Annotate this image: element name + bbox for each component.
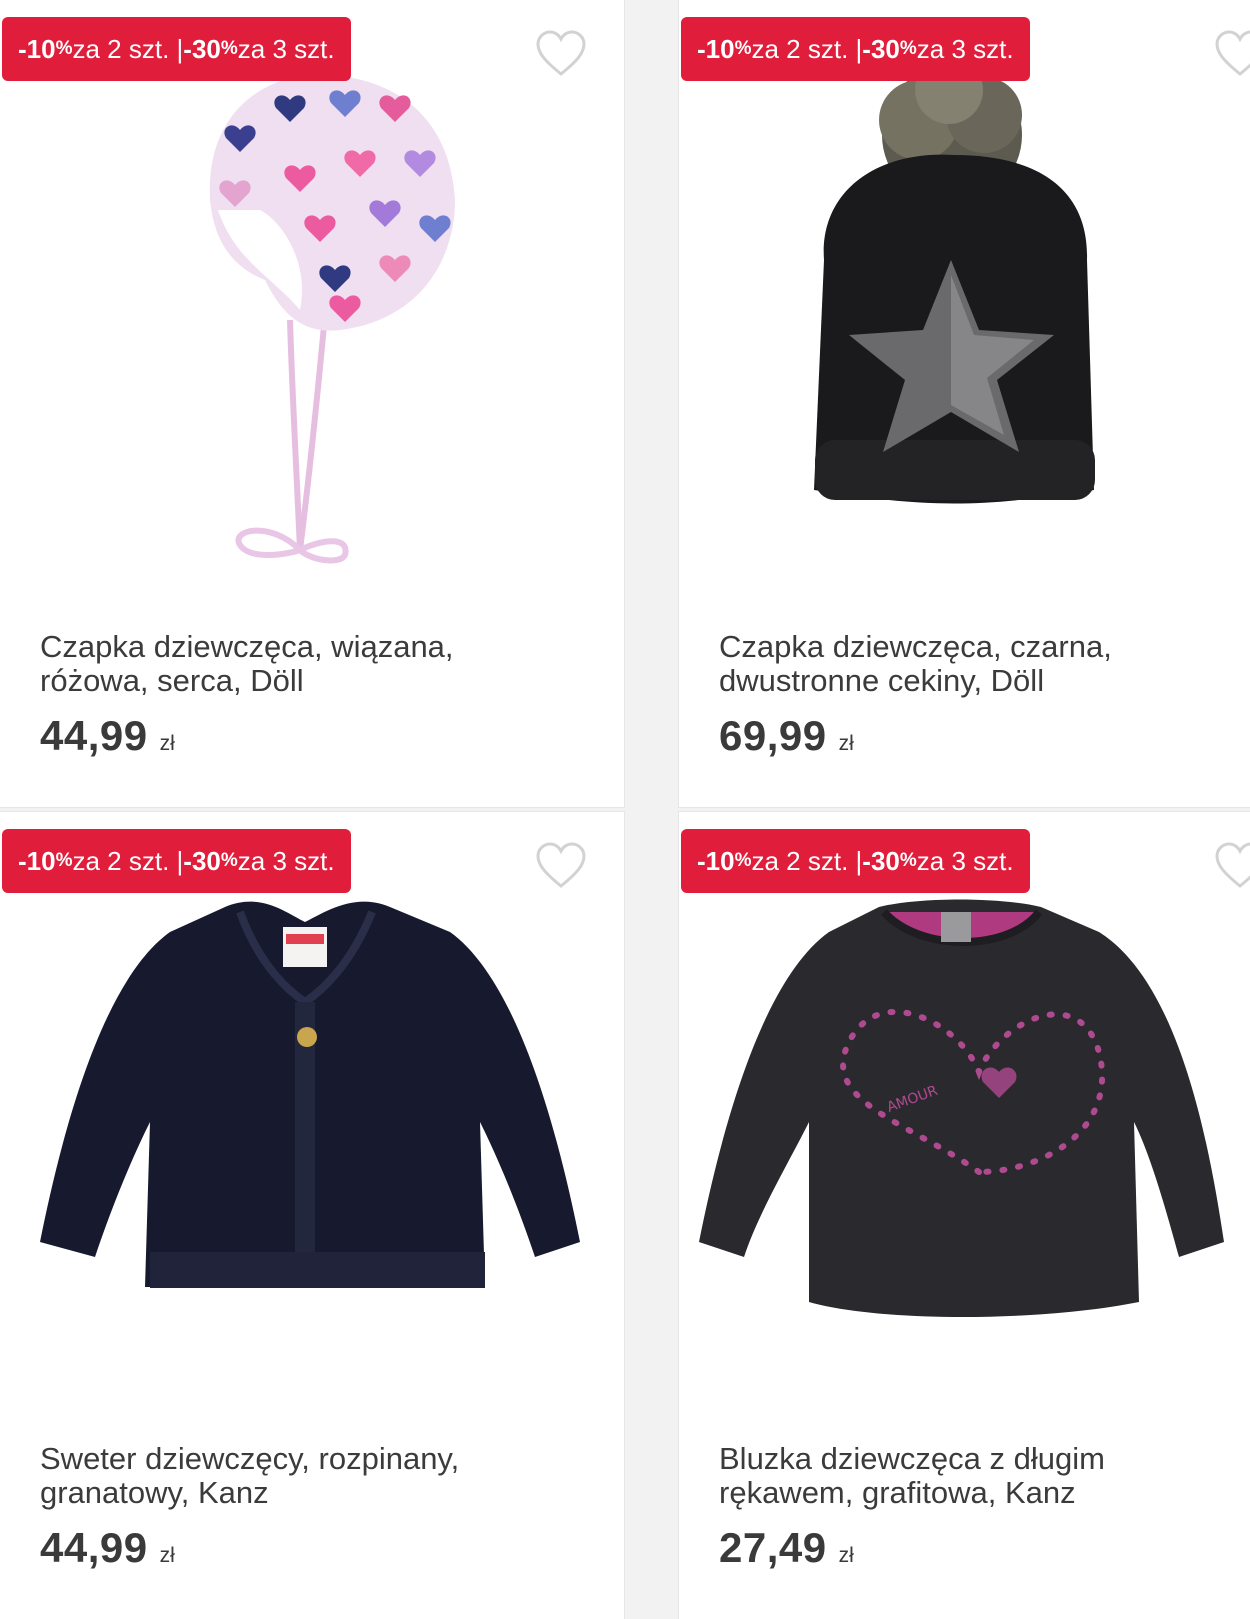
favorite-heart-icon[interactable] <box>535 30 587 78</box>
product-card[interactable]: -10% za 2 szt. | -30% za 3 szt. Czapka d… <box>678 0 1250 808</box>
product-price: 44,99 zł <box>40 712 175 759</box>
product-card[interactable]: -10% za 2 szt. | -30% za 3 szt. Czapka d… <box>0 0 625 808</box>
product-price: 27,49 zł <box>719 1524 854 1571</box>
product-image[interactable] <box>0 60 625 620</box>
favorite-heart-icon[interactable] <box>1214 30 1250 78</box>
product-card[interactable]: -10% za 2 szt. | -30% za 3 szt. Sweter d… <box>0 811 625 1619</box>
product-title[interactable]: Sweter dziewczęcy, rozpinany, granatowy,… <box>40 1442 600 1510</box>
product-image[interactable] <box>0 872 625 1432</box>
promo-badge: -10% za 2 szt. | -30% za 3 szt. <box>2 829 351 893</box>
product-price: 69,99 zł <box>719 712 854 759</box>
product-image[interactable]: AMOUR <box>679 872 1250 1432</box>
product-title[interactable]: Czapka dziewczęca, wiązana, różowa, serc… <box>40 630 600 698</box>
product-title[interactable]: Czapka dziewczęca, czarna, dwustronne ce… <box>719 630 1250 698</box>
favorite-heart-icon[interactable] <box>1214 842 1250 890</box>
product-title[interactable]: Bluzka dziewczęca z długim rękawem, graf… <box>719 1442 1250 1510</box>
product-card[interactable]: -10% za 2 szt. | -30% za 3 szt. AMOUR Bl… <box>678 811 1250 1619</box>
product-price: 44,99 zł <box>40 1524 175 1571</box>
promo-badge: -10% za 2 szt. | -30% za 3 szt. <box>681 17 1030 81</box>
product-image[interactable] <box>679 60 1250 620</box>
favorite-heart-icon[interactable] <box>535 842 587 890</box>
promo-badge: -10% za 2 szt. | -30% za 3 szt. <box>2 17 351 81</box>
promo-badge: -10% za 2 szt. | -30% za 3 szt. <box>681 829 1030 893</box>
